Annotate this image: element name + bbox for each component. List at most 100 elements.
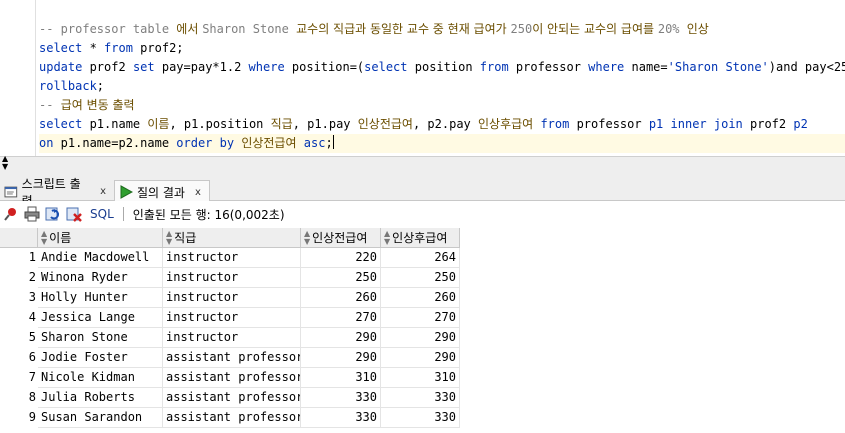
sort-icon[interactable]: ▲ ▼	[166, 229, 172, 246]
cell-pay-before[interactable]: 290	[301, 328, 381, 348]
code-token: where	[248, 60, 285, 74]
code-token: update	[39, 60, 83, 74]
delete-results-icon[interactable]	[65, 205, 83, 223]
code-token: p2	[793, 117, 808, 131]
cell-position[interactable]: instructor	[163, 288, 301, 308]
code-token: 250	[510, 22, 533, 36]
print-icon[interactable]	[23, 205, 41, 223]
table-row[interactable]: 9 Susan Sarandon assistant professor 330 330	[0, 408, 460, 428]
split-arrows-icon[interactable]: ▲ ▼	[2, 155, 8, 171]
cell-pay-before[interactable]: 260	[301, 288, 381, 308]
cell-position[interactable]: assistant professor	[163, 408, 301, 428]
fetch-status: 인출된 모든 행: 16(0,002초)	[132, 207, 285, 222]
cell-name[interactable]: Andie Macdowell	[38, 248, 163, 268]
code-token: 인상	[686, 22, 709, 36]
code-token: prof2;	[132, 41, 184, 55]
code-token: rollback	[39, 79, 97, 93]
cell-pay-after[interactable]: 260	[381, 288, 460, 308]
code-line[interactable]: -- professor table 에서 Sharon Stone 교수의 직…	[39, 20, 845, 39]
cell-position[interactable]: assistant professor	[163, 368, 301, 388]
cell-pay-after[interactable]: 330	[381, 388, 460, 408]
cell-pay-before[interactable]: 330	[301, 408, 381, 428]
cell-pay-after[interactable]: 264	[381, 248, 460, 268]
table-row[interactable]: 8 Julia Roberts assistant professor 330 330	[0, 388, 460, 408]
cell-pay-after[interactable]: 290	[381, 348, 460, 368]
toolbar-separator	[122, 207, 124, 221]
cell-position[interactable]: instructor	[163, 248, 301, 268]
table-row[interactable]: 3 Holly Hunter instructor 260 260	[0, 288, 460, 308]
cell-pay-after[interactable]: 310	[381, 368, 460, 388]
code-token: select	[39, 41, 83, 55]
code-token: prof2	[82, 60, 133, 74]
code-line[interactable]: rollback;	[39, 77, 845, 96]
code-token: 20%	[657, 22, 687, 36]
close-icon[interactable]: x	[195, 187, 201, 198]
cell-name[interactable]: Susan Sarandon	[38, 408, 163, 428]
code-line[interactable]: -- 급여 변동 출력	[39, 96, 845, 115]
refresh-icon[interactable]	[44, 205, 62, 223]
code-token: prof2	[742, 117, 794, 131]
cell-name[interactable]: Sharon Stone	[38, 328, 163, 348]
cell-position[interactable]: instructor	[163, 308, 301, 328]
row-number: 1	[28, 250, 36, 264]
code-token: , p2.pay	[412, 117, 478, 131]
cell-name[interactable]: Holly Hunter	[38, 288, 163, 308]
code-line[interactable]: select * from prof2;	[39, 39, 845, 58]
table-row[interactable]: 1 Andie Macdowell instructor 220 264	[0, 248, 460, 268]
output-tabs: 스크립트 출력 x 질의 결과 x	[0, 177, 845, 208]
cell-position[interactable]: assistant professor	[163, 388, 301, 408]
column-header-name[interactable]: ▲ ▼ 이름	[38, 228, 163, 248]
code-token: 급여 변동 출력	[60, 98, 135, 112]
cell-pay-before[interactable]: 310	[301, 368, 381, 388]
cell-position[interactable]: instructor	[163, 268, 301, 288]
cell-position[interactable]: assistant professor	[163, 348, 301, 368]
column-header-pay-after[interactable]: ▲ ▼ 인상후급여	[381, 228, 460, 248]
code-token: )and pay<250;	[768, 60, 845, 74]
cell-name[interactable]: Julia Roberts	[38, 388, 163, 408]
table-row[interactable]: 5 Sharon Stone instructor 290 290	[0, 328, 460, 348]
sql-code[interactable]: -- professor table 에서 Sharon Stone 교수의 직…	[39, 20, 845, 153]
code-token: inner join	[670, 117, 743, 131]
cell-pay-after[interactable]: 250	[381, 268, 460, 288]
cell-pay-after[interactable]: 330	[381, 408, 460, 428]
table-row[interactable]: 6 Jodie Foster assistant professor 290 290	[0, 348, 460, 368]
tab-query-result[interactable]: 질의 결과 x	[114, 180, 210, 201]
cell-pay-before[interactable]: 250	[301, 268, 381, 288]
sql-editor[interactable]: -- professor table 에서 Sharon Stone 교수의 직…	[0, 0, 845, 156]
cell-pay-before[interactable]: 290	[301, 348, 381, 368]
pin-icon[interactable]	[2, 205, 20, 223]
text-caret	[332, 135, 334, 149]
split-divider[interactable]: ▲ ▼	[0, 155, 845, 178]
row-number: 3	[28, 290, 36, 304]
code-token: p1.name=p2.name	[53, 136, 177, 150]
sql-button[interactable]: SQL	[90, 207, 114, 221]
cell-pay-after[interactable]: 290	[381, 328, 460, 348]
result-grid[interactable]: ▲ ▼ 이름 ▲ ▼ 직급 ▲ ▼ 인상전급여 ▲ ▼ 인상후급여 1 Andie Mac…	[0, 228, 845, 433]
code-token: Sharon Stone	[202, 22, 297, 36]
sort-icon[interactable]: ▲ ▼	[41, 229, 47, 246]
code-line[interactable]: select p1.name 이름, p1.position 직급, p1.pa…	[39, 115, 845, 134]
column-header-pay-before[interactable]: ▲ ▼ 인상전급여	[301, 228, 381, 248]
cell-position[interactable]: instructor	[163, 328, 301, 348]
cell-name[interactable]: Jessica Lange	[38, 308, 163, 328]
sort-icon[interactable]: ▲ ▼	[304, 229, 310, 246]
cell-pay-before[interactable]: 270	[301, 308, 381, 328]
table-row[interactable]: 7 Nicole Kidman assistant professor 310 310	[0, 368, 460, 388]
column-header-position[interactable]: ▲ ▼ 직급	[163, 228, 301, 248]
cell-pay-after[interactable]: 270	[381, 308, 460, 328]
code-line[interactable]: on p1.name=p2.name order by 인상전급여 asc;	[39, 134, 845, 153]
table-row[interactable]: 2 Winona Ryder instructor 250 250	[0, 268, 460, 288]
close-icon[interactable]: x	[100, 186, 106, 197]
row-number-header	[0, 228, 38, 248]
table-row[interactable]: 4 Jessica Lange instructor 270 270	[0, 308, 460, 328]
row-number: 8	[28, 390, 36, 404]
code-line[interactable]: update prof2 set pay=pay*1.2 where posit…	[39, 58, 845, 77]
cell-name[interactable]: Winona Ryder	[38, 268, 163, 288]
cell-pay-before[interactable]: 330	[301, 388, 381, 408]
code-token: --	[39, 98, 61, 112]
cell-name[interactable]: Jodie Foster	[38, 348, 163, 368]
tab-script-output[interactable]: 스크립트 출력 x	[0, 177, 112, 208]
cell-pay-before[interactable]: 220	[301, 248, 381, 268]
sort-icon[interactable]: ▲ ▼	[384, 229, 390, 246]
cell-name[interactable]: Nicole Kidman	[38, 368, 163, 388]
